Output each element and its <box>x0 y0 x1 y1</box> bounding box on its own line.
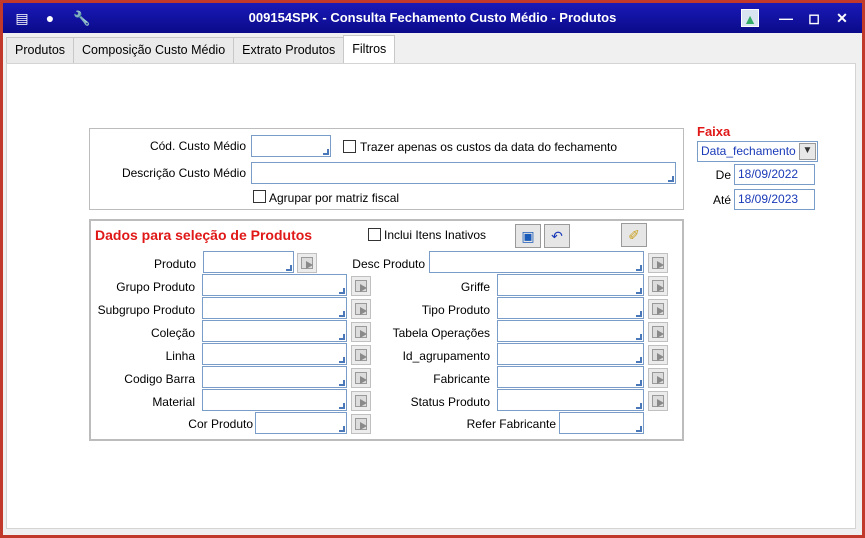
inativos-checkbox[interactable] <box>368 228 381 241</box>
faixa-selected-value: Data_fechamento <box>701 144 796 158</box>
produtos-section-title: Dados para seleção de Produtos <box>95 227 313 243</box>
tabela-operacoes-input[interactable] <box>497 320 644 342</box>
trazer-apenas-checkbox[interactable] <box>343 140 356 153</box>
cod-custo-input[interactable] <box>251 135 331 157</box>
tab-extrato-produtos[interactable]: Extrato Produtos <box>233 37 345 63</box>
picture-icon[interactable]: ▲ <box>741 9 759 27</box>
title-bar: ▤ ● 🔧 009154SPK - Consulta Fechamento Cu… <box>3 3 862 33</box>
codigo-barra-lookup-icon[interactable] <box>351 368 371 388</box>
refer-fabricante-input[interactable] <box>559 412 644 434</box>
status-produto-lookup-icon[interactable] <box>648 391 668 411</box>
colecao-label: Coleção <box>150 326 195 340</box>
id-agrupamento-lookup-icon[interactable] <box>648 345 668 365</box>
minimize-button[interactable]: — <box>776 8 796 28</box>
material-input[interactable] <box>202 389 347 411</box>
undo-icon: ↶ <box>551 228 563 244</box>
griffe-input[interactable] <box>497 274 644 296</box>
ate-date-input[interactable]: 18/09/2023 <box>734 189 815 210</box>
de-label: De <box>715 168 731 182</box>
subgrupo-produto-lookup-icon[interactable] <box>351 299 371 319</box>
agrupar-label: Agrupar por matriz fiscal <box>269 191 400 205</box>
cor-produto-lookup-icon[interactable] <box>351 414 371 434</box>
grupo-produto-input[interactable] <box>202 274 347 296</box>
close-button[interactable]: ✕ <box>832 8 852 28</box>
produto-input[interactable] <box>203 251 294 273</box>
fabricante-lookup-icon[interactable] <box>648 368 668 388</box>
chevron-down-icon[interactable]: ▼ <box>799 143 816 160</box>
codigo-barra-label: Codigo Barra <box>124 372 195 386</box>
eraser-icon: ✐ <box>628 227 640 243</box>
griffe-label: Griffe <box>460 280 490 294</box>
eraser-button[interactable]: ✐ <box>621 223 647 247</box>
linha-input[interactable] <box>202 343 347 365</box>
griffe-lookup-icon[interactable] <box>648 276 668 296</box>
fabricante-input[interactable] <box>497 366 644 388</box>
linha-label: Linha <box>165 349 195 363</box>
produto-label: Produto <box>153 257 196 271</box>
fabricante-label: Fabricante <box>433 372 490 386</box>
agrupar-checkbox[interactable] <box>253 190 266 203</box>
codigo-barra-input[interactable] <box>202 366 347 388</box>
ate-label: Até <box>712 193 731 207</box>
desc-produto-label: Desc Produto <box>352 257 425 271</box>
id-agrupamento-label: Id_agrupamento <box>402 349 490 363</box>
refer-fabricante-label: Refer Fabricante <box>466 417 556 431</box>
grupo-produto-label: Grupo Produto <box>116 280 195 294</box>
tab-composicao-custo-medio[interactable]: Composição Custo Médio <box>73 37 235 63</box>
inativos-label: Inclui Itens Inativos <box>384 228 487 242</box>
tab-bar: Produtos Composição Custo Médio Extrato … <box>6 35 396 63</box>
subgrupo-produto-label: Subgrupo Produto <box>97 303 195 317</box>
descricao-input[interactable] <box>251 162 676 184</box>
colecao-input[interactable] <box>202 320 347 342</box>
tipo-produto-label: Tipo Produto <box>421 303 490 317</box>
status-produto-input[interactable] <box>497 389 644 411</box>
status-produto-label: Status Produto <box>410 395 490 409</box>
tabela-operacoes-label: Tabela Operações <box>392 326 490 340</box>
undo-button[interactable]: ↶ <box>544 224 570 248</box>
linha-lookup-icon[interactable] <box>351 345 371 365</box>
grupo-produto-lookup-icon[interactable] <box>351 276 371 296</box>
cor-produto-label: Cor Produto <box>188 417 253 431</box>
subgrupo-produto-input[interactable] <box>202 297 347 319</box>
save-button[interactable]: ▣ <box>515 224 541 248</box>
desc-produto-input[interactable] <box>429 251 644 273</box>
tipo-produto-lookup-icon[interactable] <box>648 299 668 319</box>
maximize-button[interactable]: ◻ <box>804 8 824 28</box>
save-icon: ▣ <box>521 228 535 244</box>
window-title: 009154SPK - Consulta Fechamento Custo Mé… <box>248 10 617 25</box>
produto-lookup-icon[interactable] <box>297 253 317 273</box>
material-label: Material <box>152 395 195 409</box>
id-agrupamento-input[interactable] <box>497 343 644 365</box>
desc-produto-lookup-icon[interactable] <box>648 253 668 273</box>
tab-produtos[interactable]: Produtos <box>6 37 75 63</box>
cor-produto-input[interactable] <box>255 412 347 434</box>
tabela-operacoes-lookup-icon[interactable] <box>648 322 668 342</box>
faixa-title: Faixa <box>697 124 731 139</box>
tab-filtros[interactable]: Filtros <box>343 35 396 63</box>
colecao-lookup-icon[interactable] <box>351 322 371 342</box>
material-lookup-icon[interactable] <box>351 391 371 411</box>
descricao-label: Descrição Custo Médio <box>121 166 246 180</box>
faixa-select[interactable]: Data_fechamento ▼ <box>697 141 818 162</box>
tipo-produto-input[interactable] <box>497 297 644 319</box>
cod-custo-label: Cód. Custo Médio <box>149 139 246 153</box>
de-date-input[interactable]: 18/09/2022 <box>734 164 815 185</box>
trazer-apenas-label: Trazer apenas os custos da data do fecha… <box>360 140 618 154</box>
